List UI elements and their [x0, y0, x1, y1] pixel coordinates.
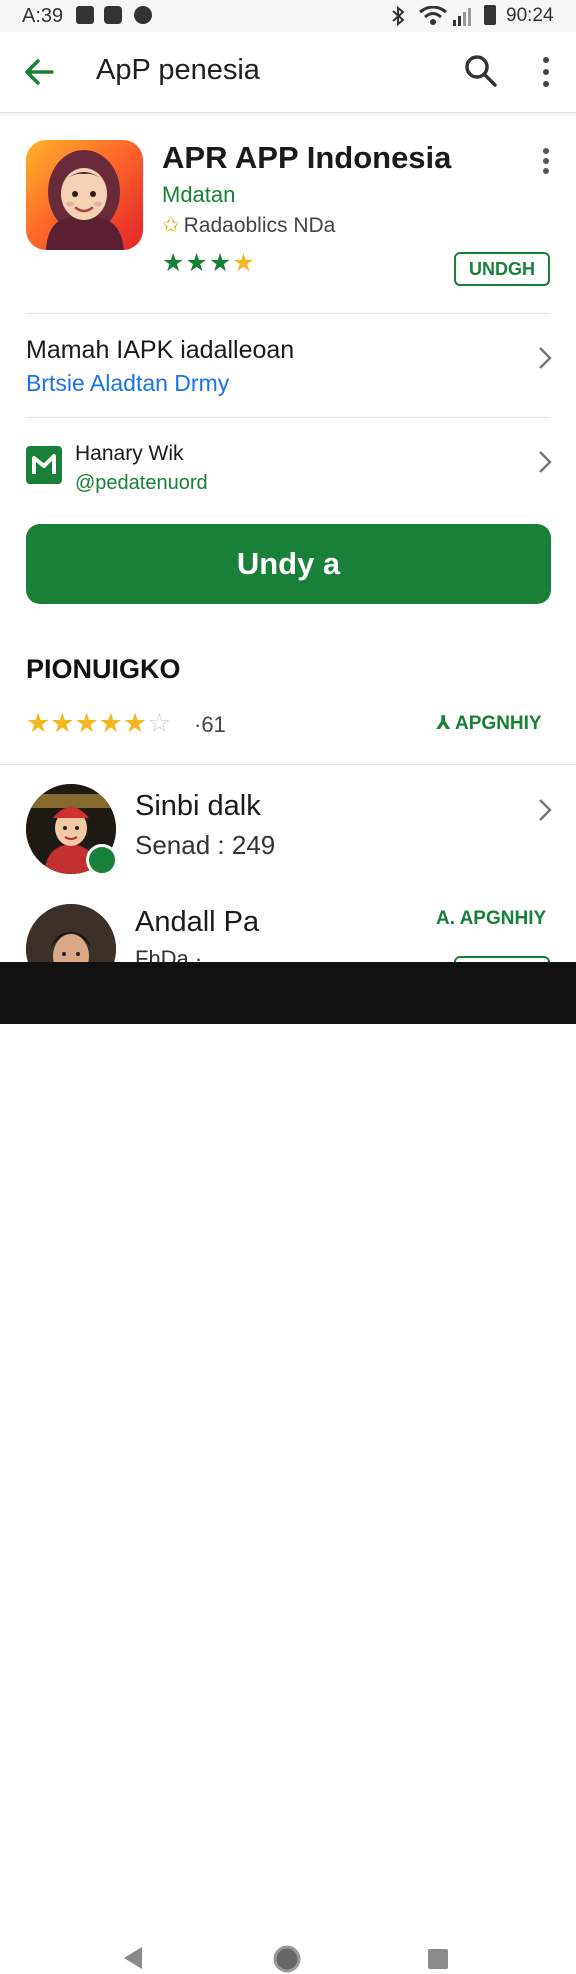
reviews-action-label: APGNHIY: [455, 713, 542, 734]
app-more-icon[interactable]: [538, 146, 554, 176]
star-badge-icon: ✩: [162, 214, 180, 237]
star-icon: ★: [98, 708, 123, 738]
battery-text: 90:24: [506, 5, 554, 26]
review-action-label: APGNHIY: [459, 908, 547, 929]
status-bar: A:39 90:24: [0, 0, 576, 32]
wifi-icon: [419, 6, 447, 25]
rating-count: ·61: [194, 712, 226, 737]
star-icon: ★: [232, 249, 256, 277]
notification-icon: [76, 6, 94, 24]
hijab-avatar-icon: [46, 150, 124, 250]
nav-back-icon[interactable]: [120, 1945, 144, 1971]
divider: [26, 313, 550, 314]
battery-icon: [484, 5, 496, 25]
primary-action-button[interactable]: Undy a: [26, 524, 551, 604]
chevron-right-icon: [539, 347, 552, 369]
chevron-right-icon: [539, 799, 552, 821]
page-title: ApP penesia: [96, 54, 260, 86]
badge-label: Radaoblics NDa: [183, 214, 336, 237]
reviewer-meta: Senad : 249: [135, 830, 276, 860]
flag-icon: ⅄: [436, 713, 456, 734]
reviews-section-title: PIONUIGKO: [26, 654, 181, 684]
developer-row-title: Hanary Wik: [75, 442, 184, 465]
more-options-icon[interactable]: [534, 54, 558, 90]
reviews-action-link[interactable]: ⅄ APGNHIY: [436, 712, 542, 735]
signal-icon: [453, 8, 471, 26]
info-row-title: Mamah IAPK iadalleoan: [26, 336, 295, 364]
reviewer-name: Sinbi dalk: [135, 790, 261, 822]
install-button[interactable]: UNDGH: [454, 252, 550, 286]
bluetooth-icon: [392, 5, 405, 27]
reviewer-name: Andall Pa: [135, 906, 260, 938]
developer-logo-icon: [26, 446, 62, 484]
status-time: A:39: [22, 5, 64, 27]
divider: [0, 764, 576, 765]
app-icon[interactable]: [26, 140, 143, 250]
app-rating-stars: ★★★★: [162, 248, 256, 278]
chevron-right-icon: [539, 451, 552, 473]
verified-badge-icon: [86, 844, 118, 876]
system-nav-bar: [0, 962, 576, 1973]
reviews-rating-stars: ★★★★★☆: [26, 708, 171, 739]
star-icon: ★: [26, 708, 51, 738]
star-icon: ★: [50, 708, 75, 738]
back-arrow-icon[interactable]: [20, 52, 60, 92]
developer-link[interactable]: Mdatan: [162, 182, 235, 208]
notification-icon: [104, 6, 122, 24]
info-row-subtitle: Brtsie Aladtan Drmy: [26, 370, 230, 396]
app-name: APR APP Indonesia: [162, 140, 452, 175]
star-icon: ★: [185, 249, 209, 277]
divider: [26, 417, 550, 418]
developer-row-subtitle: @pedatenuord: [75, 472, 208, 494]
star-icon: ★: [74, 708, 99, 738]
star-empty-icon: ☆: [147, 708, 172, 738]
editors-choice-badge: ✩ Radaoblics NDa: [162, 213, 335, 238]
notification-icon: [134, 6, 152, 24]
flag-icon: A.: [436, 908, 460, 929]
star-icon: ★: [208, 249, 233, 277]
search-icon[interactable]: [462, 52, 500, 90]
star-icon: ★: [162, 249, 186, 277]
app-bar: ApP penesia: [0, 32, 576, 113]
nav-recents-icon[interactable]: [428, 1949, 448, 1969]
nav-home-icon[interactable]: [272, 1944, 302, 1974]
star-icon: ★: [122, 708, 148, 738]
review-action-link[interactable]: A. APGNHIY: [436, 908, 546, 930]
